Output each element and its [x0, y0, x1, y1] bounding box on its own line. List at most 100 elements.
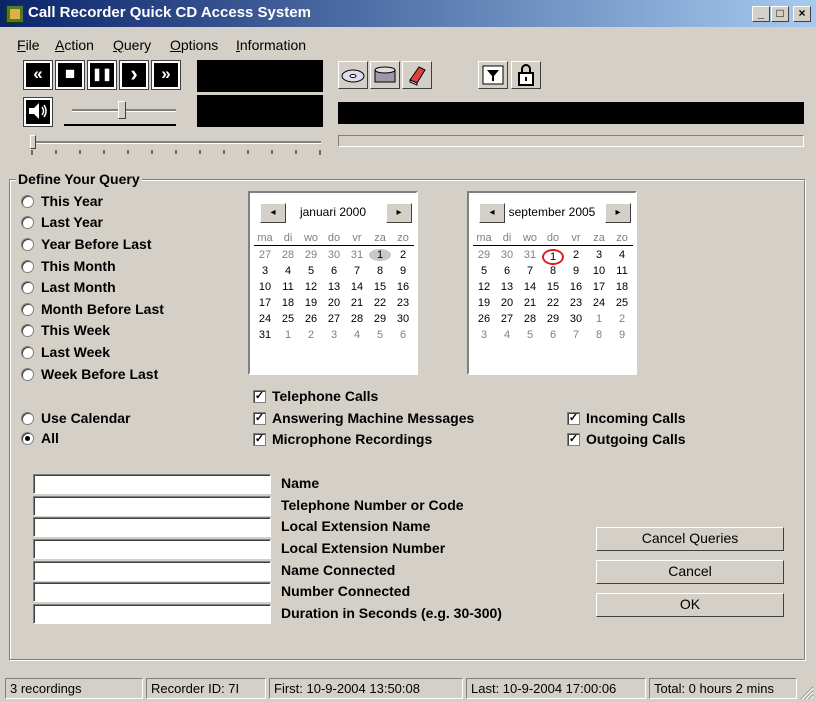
- calendar-day[interactable]: 10: [588, 265, 610, 277]
- calendar-day[interactable]: 28: [346, 313, 368, 325]
- calendar-day[interactable]: 4: [496, 329, 518, 341]
- calendar-day[interactable]: 4: [346, 329, 368, 341]
- calendar-day[interactable]: 16: [392, 281, 414, 293]
- calendar-day[interactable]: 11: [277, 281, 299, 293]
- calendar-day[interactable]: 1: [588, 313, 610, 325]
- calendar-day[interactable]: 8: [588, 329, 610, 341]
- play-button[interactable]: ›: [119, 60, 149, 90]
- calendar-day[interactable]: 6: [323, 265, 345, 277]
- radio-circle[interactable]: [21, 216, 34, 229]
- duration-field[interactable]: [33, 604, 271, 624]
- calendar-end[interactable]: ◂ september 2005 ▸ ma di wo do vr za zo 29 30 31…: [467, 191, 637, 375]
- calendar-day[interactable]: 3: [473, 329, 495, 341]
- check-outgoing-calls[interactable]: ✓ Outgoing Calls: [567, 431, 767, 449]
- calendar-day[interactable]: 6: [542, 329, 564, 341]
- calendar-start[interactable]: ◂ januari 2000 ▸ ma di wo do vr za zo 27 28 29 30…: [248, 191, 418, 375]
- menu-options[interactable]: Options: [170, 37, 218, 53]
- calendar-day[interactable]: 14: [519, 281, 541, 293]
- name-connected-field[interactable]: [33, 561, 271, 581]
- cancel-queries-button[interactable]: Cancel Queries: [596, 527, 784, 551]
- calendar-day[interactable]: 15: [542, 281, 564, 293]
- calendar-day[interactable]: 9: [565, 265, 587, 277]
- calendar-day[interactable]: 29: [542, 313, 564, 325]
- calendar-day[interactable]: 28: [519, 313, 541, 325]
- radio-circle[interactable]: [21, 346, 34, 359]
- calendar-day[interactable]: 14: [346, 281, 368, 293]
- calendar-day[interactable]: 23: [392, 297, 414, 309]
- calendar-day[interactable]: 12: [300, 281, 322, 293]
- calendar-day[interactable]: 21: [519, 297, 541, 309]
- checkbox-box[interactable]: ✓: [253, 433, 266, 446]
- radio-use-calendar[interactable]: Use Calendar: [21, 410, 251, 428]
- checkbox-box[interactable]: ✓: [253, 390, 266, 403]
- checkbox-box[interactable]: ✓: [567, 412, 580, 425]
- calendar-day[interactable]: 26: [473, 313, 495, 325]
- calendar-day[interactable]: 7: [519, 265, 541, 277]
- menu-information[interactable]: Information: [236, 37, 306, 53]
- calendar-day[interactable]: 24: [254, 313, 276, 325]
- calendar-day[interactable]: 30: [323, 249, 345, 261]
- calendar-day[interactable]: 18: [611, 281, 633, 293]
- radio-last-year[interactable]: Last Year: [21, 214, 251, 232]
- menu-query[interactable]: Query: [113, 37, 151, 53]
- filter-button[interactable]: [478, 61, 508, 89]
- calendar-next-button[interactable]: ▸: [605, 203, 631, 223]
- calendar-day[interactable]: 5: [300, 265, 322, 277]
- calendar-day[interactable]: 27: [496, 313, 518, 325]
- calendar-day[interactable]: 8: [542, 265, 564, 277]
- checkbox-box[interactable]: ✓: [567, 433, 580, 446]
- lock-button[interactable]: [511, 61, 541, 89]
- calendar-day[interactable]: 7: [346, 265, 368, 277]
- calendar-month-label[interactable]: januari 2000: [280, 205, 386, 219]
- calendar-day[interactable]: 19: [473, 297, 495, 309]
- menu-file[interactable]: File: [17, 37, 40, 53]
- close-button[interactable]: ×: [793, 6, 811, 22]
- minimize-button[interactable]: _: [752, 6, 770, 22]
- calendar-day[interactable]: 20: [496, 297, 518, 309]
- calendar-day[interactable]: 17: [588, 281, 610, 293]
- calendar-day[interactable]: 1: [277, 329, 299, 341]
- calendar-day[interactable]: 12: [473, 281, 495, 293]
- calendar-day[interactable]: 17: [254, 297, 276, 309]
- calendar-day[interactable]: 1: [369, 249, 391, 261]
- calendar-day[interactable]: 2: [565, 249, 587, 261]
- app-icon[interactable]: [6, 5, 24, 23]
- calendar-day[interactable]: 20: [323, 297, 345, 309]
- calendar-day[interactable]: 27: [254, 249, 276, 261]
- checkbox-box[interactable]: ✓: [253, 412, 266, 425]
- calendar-next-button[interactable]: ▸: [386, 203, 412, 223]
- radio-circle[interactable]: [21, 412, 34, 425]
- radio-last-month[interactable]: Last Month: [21, 279, 251, 297]
- volume-slider-thumb[interactable]: [118, 101, 126, 119]
- check-answering-machine[interactable]: ✓ Answering Machine Messages: [253, 410, 553, 428]
- calendar-day[interactable]: 16: [565, 281, 587, 293]
- radio-week-before-last[interactable]: Week Before Last: [21, 366, 251, 384]
- volume-icon[interactable]: [23, 97, 53, 127]
- radio-year-before-last[interactable]: Year Before Last: [21, 236, 251, 254]
- local-extension-name-field[interactable]: [33, 517, 271, 537]
- radio-month-before-last[interactable]: Month Before Last: [21, 301, 251, 319]
- radio-circle[interactable]: [21, 260, 34, 273]
- radio-this-year[interactable]: This Year: [21, 193, 251, 211]
- calendar-day[interactable]: 13: [323, 281, 345, 293]
- radio-circle[interactable]: [21, 238, 34, 251]
- calendar-day[interactable]: 4: [277, 265, 299, 277]
- calendar-day[interactable]: 4: [611, 249, 633, 261]
- calendar-day[interactable]: 10: [254, 281, 276, 293]
- calendar-day[interactable]: 3: [323, 329, 345, 341]
- calendar-day[interactable]: 25: [277, 313, 299, 325]
- calendar-day[interactable]: 8: [369, 265, 391, 277]
- forward-button[interactable]: »: [151, 60, 181, 90]
- calendar-day[interactable]: 3: [254, 265, 276, 277]
- calendar-month-label[interactable]: september 2005: [499, 205, 605, 219]
- cd-drive-button[interactable]: [338, 61, 368, 89]
- radio-circle[interactable]: [21, 324, 34, 337]
- calendar-day[interactable]: 5: [519, 329, 541, 341]
- calendar-day[interactable]: 7: [565, 329, 587, 341]
- position-slider-thumb[interactable]: [30, 135, 36, 149]
- calendar-day[interactable]: 23: [565, 297, 587, 309]
- calendar-day[interactable]: 5: [369, 329, 391, 341]
- calendar-day[interactable]: 11: [611, 265, 633, 277]
- database-button[interactable]: [370, 61, 400, 89]
- maximize-button[interactable]: □: [771, 6, 789, 22]
